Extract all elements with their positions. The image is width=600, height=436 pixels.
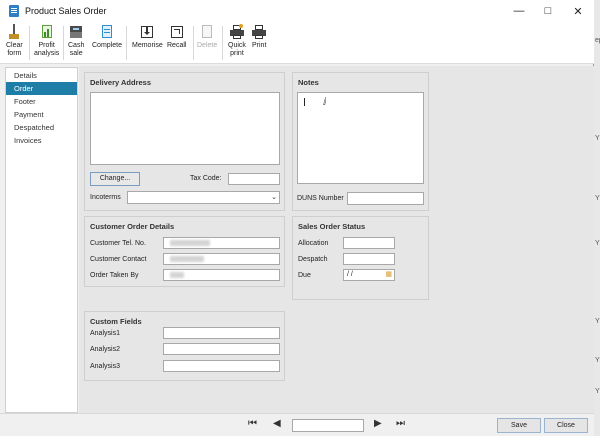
duns-number-input[interactable]	[347, 192, 424, 205]
tax-code-input[interactable]	[228, 173, 280, 185]
delivery-address-textarea[interactable]	[90, 92, 280, 165]
custom-fields-group: Custom Fields Analysis1 Analysis2 Analys…	[84, 311, 285, 381]
sales-order-status-group: Sales Order Status Allocation Despatch D…	[292, 216, 429, 300]
due-label: Due	[298, 272, 311, 279]
printer-icon	[252, 24, 267, 40]
delivery-address-title: Delivery Address	[90, 78, 152, 87]
notes-textarea[interactable]: ⅈ	[297, 92, 424, 184]
order-taken-by-label: Order Taken By	[90, 272, 139, 279]
toolbar-separator	[193, 26, 194, 60]
last-record-icon[interactable]: ⏭	[396, 418, 405, 429]
window-title: Product Sales Order	[25, 6, 107, 16]
incoterms-select[interactable]: ⌄	[127, 191, 280, 204]
minimize-button[interactable]: —	[504, 0, 534, 22]
analysis3-label: Analysis3	[90, 363, 120, 370]
delivery-address-group: Delivery Address Change... Tax Code: Inc…	[84, 72, 285, 211]
first-record-icon[interactable]: ⏮	[248, 418, 257, 429]
analysis2-label: Analysis2	[90, 346, 120, 353]
notes-group: Notes ⅈ DUNS Number	[292, 72, 429, 211]
calendar-icon[interactable]: ▦	[385, 270, 392, 280]
analysis1-label: Analysis1	[90, 330, 120, 337]
cash-sale-button[interactable]: Cash sale	[68, 24, 84, 58]
due-date-value: / /	[347, 271, 353, 278]
quick-printer-icon	[229, 24, 244, 40]
text-caret	[304, 98, 305, 106]
nav-item-order[interactable]: Order	[6, 82, 77, 95]
redacted-value	[170, 240, 210, 246]
quick-print-button[interactable]: Quick print	[228, 24, 246, 58]
complete-document-icon	[100, 24, 114, 40]
delete-button[interactable]: Delete	[197, 24, 217, 50]
customer-contact-label: Customer Contact	[90, 256, 147, 263]
order-taken-by-input[interactable]	[163, 269, 280, 281]
cash-register-icon	[69, 24, 83, 40]
ibeam-cursor-icon: ⅈ	[323, 97, 327, 108]
nav-item-invoices[interactable]: Invoices	[6, 134, 77, 147]
clear-form-button[interactable]: Clear form	[6, 24, 23, 58]
broom-icon	[7, 24, 21, 40]
download-tray-icon	[140, 24, 154, 40]
allocation-input[interactable]	[343, 237, 395, 249]
allocation-label: Allocation	[298, 240, 329, 247]
toolbar-separator	[29, 26, 30, 60]
notes-title: Notes	[298, 78, 319, 87]
nav-item-footer[interactable]: Footer	[6, 95, 77, 108]
redacted-value	[170, 272, 184, 278]
despatch-input[interactable]	[343, 253, 395, 265]
customer-order-details-group: Customer Order Details Customer Tel. No.…	[84, 216, 285, 287]
analysis3-input[interactable]	[163, 360, 280, 372]
record-number-input[interactable]	[292, 419, 364, 432]
toolbar: Clear form Profit analysis Cash sale Com…	[0, 22, 594, 64]
delete-document-icon	[200, 24, 214, 40]
close-window-button[interactable]: ✕	[563, 0, 593, 22]
close-button[interactable]: Close	[544, 418, 588, 433]
nav-item-despatched[interactable]: Despatched	[6, 121, 77, 134]
section-nav: Details Order Footer Payment Despatched …	[5, 67, 78, 413]
incoterms-label: Incoterms	[90, 194, 121, 201]
save-button[interactable]: Save	[497, 418, 541, 433]
toolbar-separator	[126, 26, 127, 60]
tax-code-label: Tax Code:	[190, 175, 222, 182]
nav-item-details[interactable]: Details	[6, 69, 77, 82]
nav-item-payment[interactable]: Payment	[6, 108, 77, 121]
despatch-label: Despatch	[298, 256, 328, 263]
print-button[interactable]: Print	[252, 24, 266, 50]
customer-contact-input[interactable]	[163, 253, 280, 265]
profit-chart-icon	[40, 24, 54, 40]
order-content: Delivery Address Change... Tax Code: Inc…	[79, 66, 594, 413]
maximize-button[interactable]: □	[533, 0, 563, 22]
customer-tel-input[interactable]	[163, 237, 280, 249]
due-date-input[interactable]: / / ▦	[343, 269, 395, 281]
recall-button[interactable]: Recall	[167, 24, 186, 50]
change-address-button[interactable]: Change...	[90, 172, 140, 186]
customer-tel-label: Customer Tel. No.	[90, 240, 146, 247]
toolbar-separator	[63, 26, 64, 60]
analysis1-input[interactable]	[163, 327, 280, 339]
memorise-button[interactable]: Memorise	[132, 24, 163, 50]
chevron-down-icon: ⌄	[271, 194, 277, 201]
profit-analysis-button[interactable]: Profit analysis	[34, 24, 59, 58]
custom-fields-title: Custom Fields	[90, 317, 142, 326]
sales-order-status-title: Sales Order Status	[298, 222, 366, 231]
product-sales-order-window: Product Sales Order — □ ✕ Clear form Pro…	[0, 0, 594, 436]
background-window-strip: ep Y Y Y Y Y Y	[594, 0, 600, 436]
recall-arrow-icon	[170, 24, 184, 40]
app-icon	[9, 5, 19, 17]
customer-order-details-title: Customer Order Details	[90, 222, 175, 231]
title-bar: Product Sales Order — □ ✕	[0, 0, 594, 22]
bottom-bar: ⏮ ◀ ▶ ⏭ Save Close	[0, 413, 594, 436]
analysis2-input[interactable]	[163, 343, 280, 355]
duns-number-label: DUNS Number	[297, 195, 344, 202]
previous-record-icon[interactable]: ◀	[273, 418, 281, 429]
complete-button[interactable]: Complete	[92, 24, 122, 50]
toolbar-separator	[222, 26, 223, 60]
redacted-value	[170, 256, 204, 262]
next-record-icon[interactable]: ▶	[374, 418, 382, 429]
